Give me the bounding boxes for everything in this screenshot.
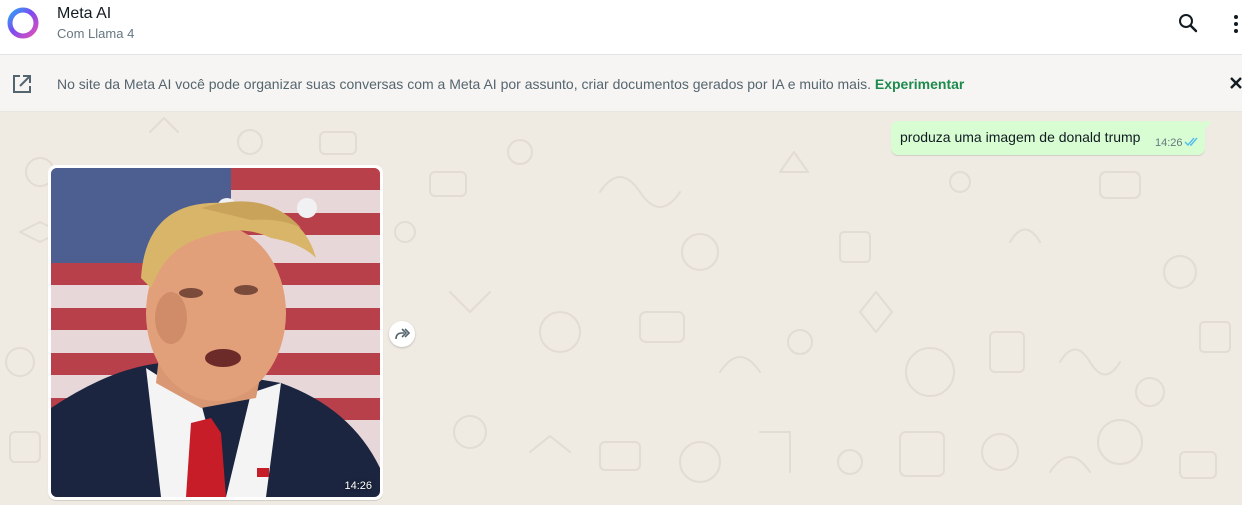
generated-image[interactable]: 14:26 (51, 168, 380, 497)
close-icon (1230, 77, 1242, 89)
search-icon (1179, 14, 1198, 33)
kebab-menu-icon (1234, 15, 1238, 33)
message-text: produza uma imagem de donald trump (900, 129, 1141, 145)
info-banner: No site da Meta AI você pode organizar s… (0, 55, 1242, 112)
image-time: 14:26 (344, 480, 372, 492)
chat-title: Meta AI (57, 5, 112, 22)
close-banner-button[interactable] (1229, 76, 1242, 90)
try-link[interactable]: Experimentar (875, 76, 964, 92)
bubble-tail (1204, 121, 1212, 131)
banner-message: No site da Meta AI você pode organizar s… (57, 76, 964, 92)
menu-button[interactable] (1230, 12, 1242, 36)
meta-ai-avatar[interactable] (5, 5, 41, 41)
banner-text: No site da Meta AI você pode organizar s… (57, 76, 871, 92)
double-check-icon (1184, 137, 1198, 147)
chat-header: Meta AI Com Llama 4 (0, 0, 1242, 55)
forward-button[interactable] (389, 321, 415, 347)
chat-subtitle: Com Llama 4 (57, 26, 135, 41)
meta-ai-ring-icon (7, 7, 39, 39)
search-button[interactable] (1176, 11, 1200, 35)
open-external-icon (11, 73, 33, 95)
message-time: 14:26 (1155, 137, 1183, 149)
chat-area[interactable]: produza uma imagem de donald trump 14:26 (0, 112, 1242, 505)
portrait-image (51, 168, 380, 497)
forward-icon (395, 328, 410, 340)
incoming-image-message[interactable]: 14:26 (48, 165, 383, 500)
outgoing-message[interactable]: produza uma imagem de donald trump 14:26 (891, 121, 1212, 155)
